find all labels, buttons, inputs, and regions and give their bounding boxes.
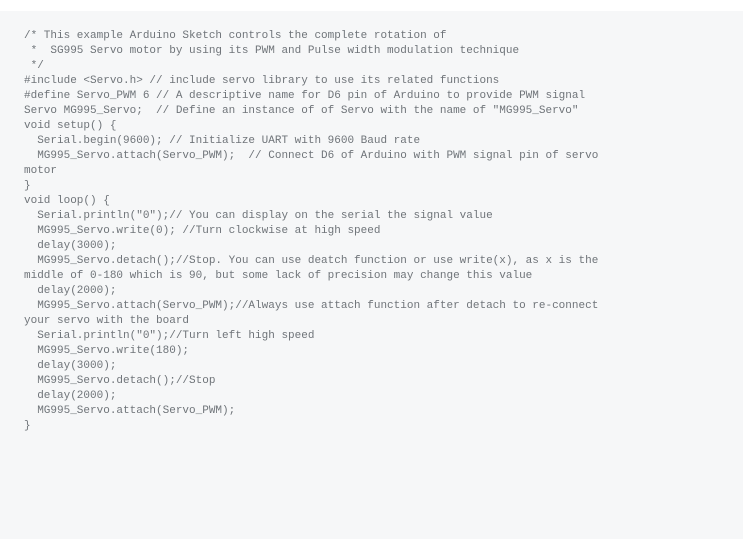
code-line: MG995_Servo.attach(Servo_PWM); // Connec… [24, 149, 719, 164]
code-line: void setup() { [24, 119, 719, 134]
code-line: * SG995 Servo motor by using its PWM and… [24, 44, 719, 59]
code-line: middle of 0-180 which is 90, but some la… [24, 269, 719, 284]
code-line: delay(2000); [24, 389, 719, 404]
code-line: } [24, 179, 719, 194]
code-block: /* This example Arduino Sketch controls … [0, 11, 743, 539]
code-line: MG995_Servo.write(180); [24, 344, 719, 359]
code-line: Serial.println("0");//Turn left high spe… [24, 329, 719, 344]
code-line: delay(3000); [24, 239, 719, 254]
code-content: /* This example Arduino Sketch controls … [24, 29, 719, 434]
code-line: MG995_Servo.attach(Servo_PWM); [24, 404, 719, 419]
code-line: #define Servo_PWM 6 // A descriptive nam… [24, 89, 719, 104]
code-line: Serial.println("0");// You can display o… [24, 209, 719, 224]
code-line: #include <Servo.h> // include servo libr… [24, 74, 719, 89]
code-line: /* This example Arduino Sketch controls … [24, 29, 719, 44]
code-line: Servo MG995_Servo; // Define an instance… [24, 104, 719, 119]
code-line: */ [24, 59, 719, 74]
code-line: your servo with the board [24, 314, 719, 329]
code-line: delay(3000); [24, 359, 719, 374]
code-line: void loop() { [24, 194, 719, 209]
code-line: delay(2000); [24, 284, 719, 299]
code-line: MG995_Servo.detach();//Stop. You can use… [24, 254, 719, 269]
code-line: MG995_Servo.detach();//Stop [24, 374, 719, 389]
code-line: Serial.begin(9600); // Initialize UART w… [24, 134, 719, 149]
code-line: } [24, 419, 719, 434]
code-line: motor [24, 164, 719, 179]
code-line: MG995_Servo.write(0); //Turn clockwise a… [24, 224, 719, 239]
code-line: MG995_Servo.attach(Servo_PWM);//Always u… [24, 299, 719, 314]
